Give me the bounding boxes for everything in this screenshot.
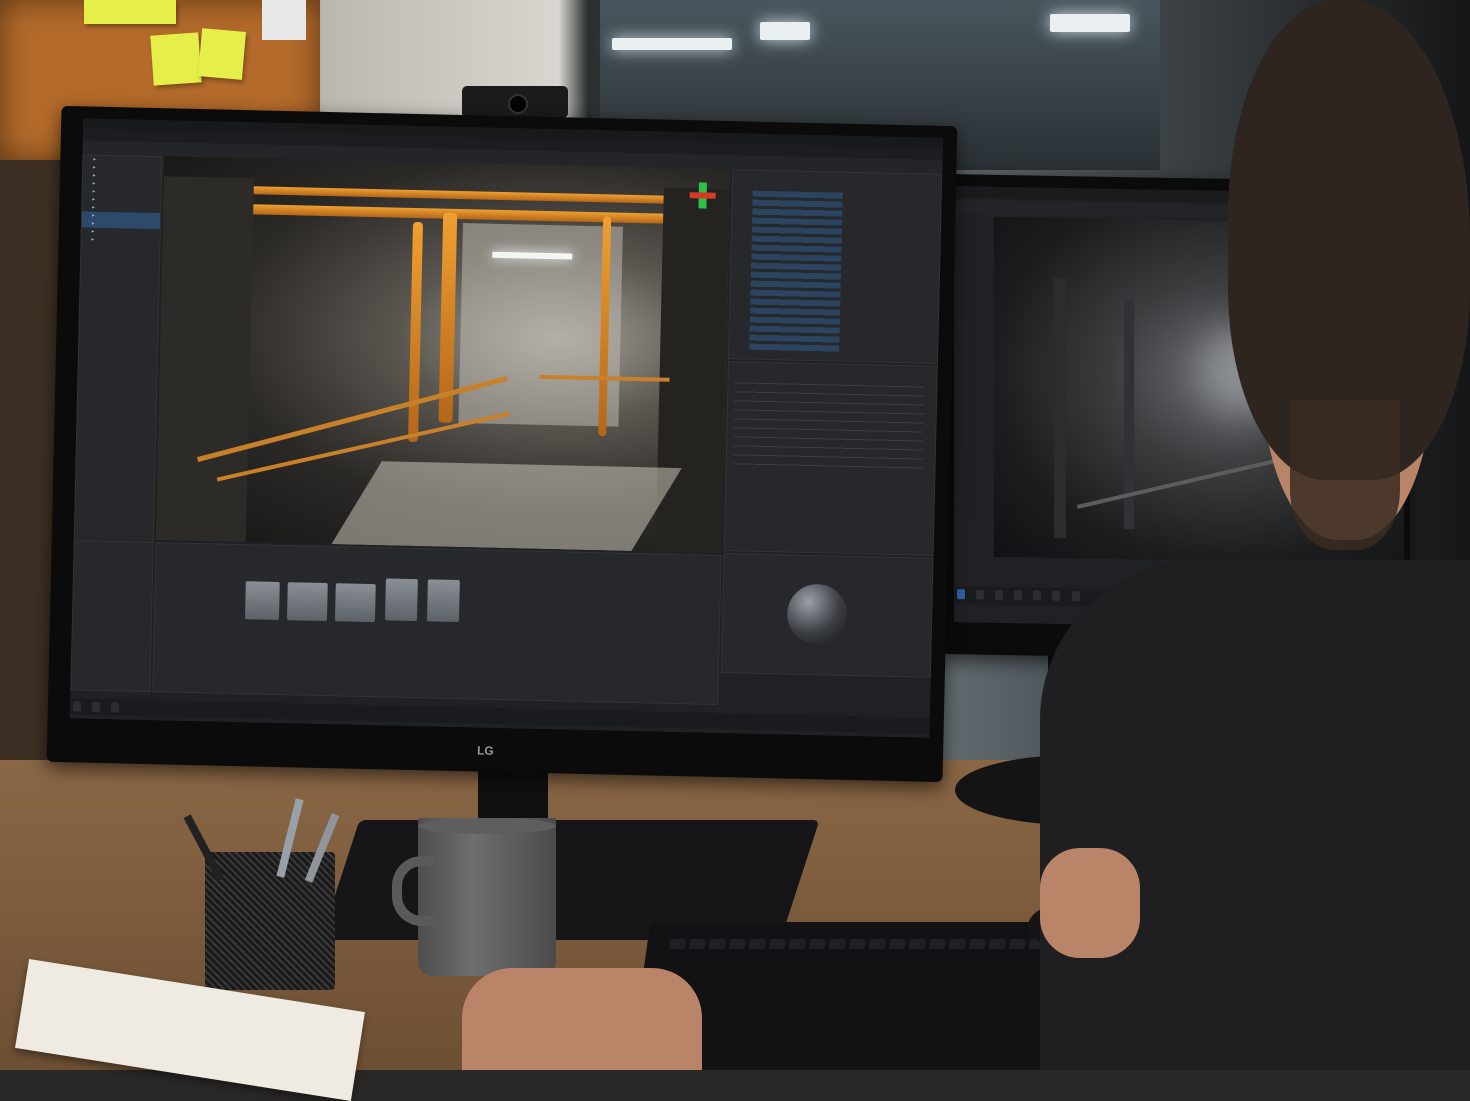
sources-panel[interactable] [70, 540, 154, 693]
key[interactable] [728, 939, 747, 949]
left-wall-panel [155, 176, 254, 543]
folder-icon[interactable] [334, 583, 376, 623]
main-monitor-logo: LG [476, 743, 494, 758]
webcam [462, 86, 568, 118]
details-panel[interactable] [723, 361, 938, 556]
key[interactable] [948, 939, 967, 949]
folder-icon[interactable] [244, 581, 280, 620]
main-monitor-screen: ▸ ▸ ▸ ▸ ▸ ▸ ▸ ▸ ▸ ▸ ▸ [69, 118, 944, 738]
main-taskbar[interactable] [69, 698, 930, 734]
x-axis-icon[interactable] [689, 192, 716, 199]
taskbar-button[interactable] [1071, 591, 1080, 602]
material-preview-panel[interactable] [720, 553, 934, 678]
key[interactable] [668, 939, 687, 949]
coffee-mug [418, 818, 556, 976]
taskbar-button[interactable] [957, 589, 965, 600]
sticky-note [197, 28, 247, 80]
key[interactable] [908, 939, 927, 949]
ceiling-pipe [223, 185, 704, 205]
key[interactable] [1008, 939, 1027, 949]
key[interactable] [768, 939, 787, 949]
key[interactable] [828, 939, 847, 949]
start-button[interactable] [72, 701, 82, 712]
key[interactable] [868, 939, 887, 949]
key[interactable] [808, 939, 827, 949]
scene-pillar [1054, 277, 1066, 539]
mug-handle [392, 856, 434, 926]
outliner-panel[interactable] [727, 169, 943, 364]
sticky-note [84, 0, 176, 24]
taskbar-button[interactable] [1033, 590, 1042, 601]
hierarchy-panel[interactable]: ▸ ▸ ▸ ▸ ▸ ▸ ▸ ▸ ▸ ▸ ▸ [73, 154, 163, 557]
folder-icon[interactable] [286, 582, 328, 622]
axis-gizmo[interactable] [689, 182, 716, 212]
taskbar-button[interactable] [976, 589, 985, 600]
right-wall-panel [655, 187, 730, 554]
main-monitor: ▸ ▸ ▸ ▸ ▸ ▸ ▸ ▸ ▸ ▸ ▸ LG [46, 105, 958, 783]
key[interactable] [888, 939, 907, 949]
content-browser[interactable] [152, 542, 722, 705]
webcam-lens [508, 94, 528, 114]
taskbar-button[interactable] [111, 702, 120, 713]
sticky-note [150, 32, 202, 86]
key[interactable] [788, 939, 807, 949]
taskbar-button[interactable] [995, 589, 1004, 601]
floor [331, 461, 682, 551]
ceiling-light [612, 38, 732, 50]
key[interactable] [968, 939, 987, 949]
scene-railing [1076, 455, 1292, 509]
folder-icon[interactable] [384, 578, 418, 622]
person-right-hand [1040, 848, 1140, 958]
key[interactable] [988, 939, 1007, 949]
outliner-list[interactable] [749, 190, 843, 353]
key[interactable] [928, 939, 947, 949]
scene-viewport[interactable] [155, 156, 731, 554]
key[interactable] [688, 939, 707, 949]
ceiling-light [760, 22, 810, 40]
folder-icon[interactable] [426, 579, 460, 623]
ceiling-light [1050, 14, 1130, 32]
person-left-hand [462, 968, 702, 1070]
key[interactable] [748, 939, 767, 949]
taskbar-button[interactable] [91, 701, 101, 712]
taskbar-button[interactable] [1014, 590, 1023, 601]
hierarchy-item[interactable]: ▸ [81, 235, 159, 245]
mug-rim [418, 818, 556, 834]
person-beard [1290, 400, 1400, 550]
vertical-pipe [408, 221, 424, 443]
paper-note [262, 0, 306, 40]
details-table[interactable] [732, 382, 925, 477]
taskbar-button[interactable] [1052, 590, 1061, 602]
person-body [1040, 560, 1470, 1070]
key[interactable] [848, 939, 867, 949]
key[interactable] [708, 939, 727, 949]
material-sphere [786, 583, 848, 645]
